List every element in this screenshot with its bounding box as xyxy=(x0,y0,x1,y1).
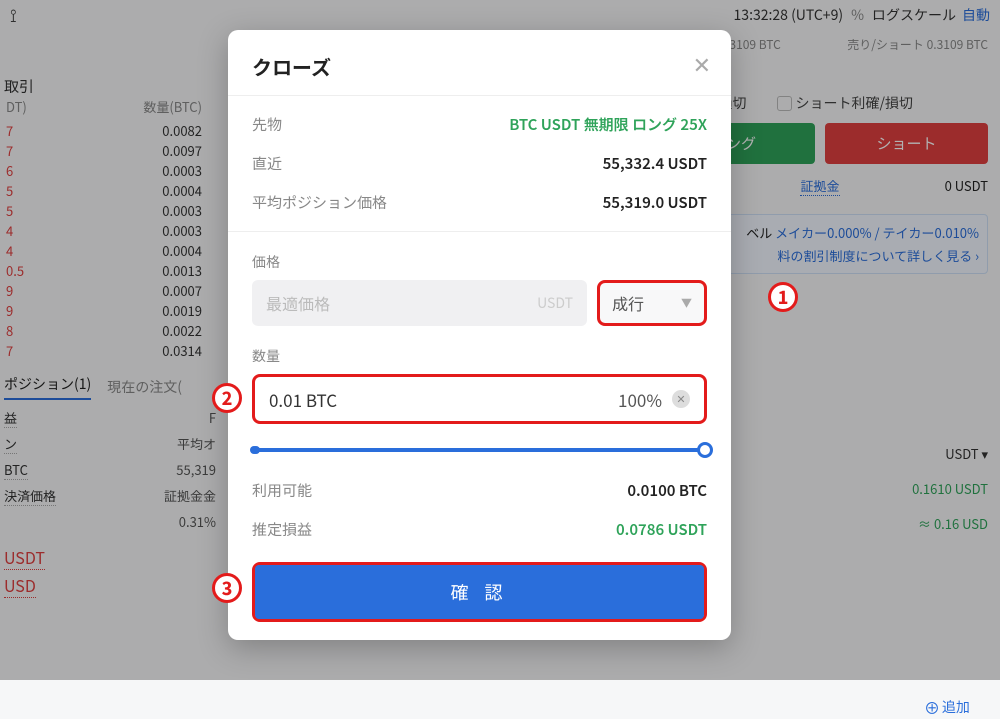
modal-title: クローズ xyxy=(252,52,707,81)
qty-section-label: 数量 xyxy=(252,346,707,366)
est-pnl-value: 0.0786 USDT xyxy=(616,519,707,540)
close-icon[interactable]: ✕ xyxy=(693,48,711,80)
clear-icon[interactable]: ✕ xyxy=(672,390,690,408)
slider-handle[interactable] xyxy=(697,442,713,458)
annotation-2: 2 xyxy=(212,383,242,413)
price-unit: USDT xyxy=(537,293,573,313)
est-pnl-label: 推定損益 xyxy=(252,519,312,540)
futures-label: 先物 xyxy=(252,114,282,135)
price-section-label: 価格 xyxy=(252,252,707,272)
confirm-button[interactable]: 確 認 xyxy=(255,565,704,619)
qty-percent: 100% xyxy=(618,387,662,412)
price-input[interactable]: 最適価格 USDT xyxy=(252,280,587,326)
add-button[interactable]: ⊕追加 xyxy=(0,695,1000,719)
close-position-modal: クローズ ✕ 先物 BTC USDT 無期限 ロング 25X 直近 55,332… xyxy=(228,30,731,640)
order-type-select[interactable]: 成行 ▼ xyxy=(597,280,707,326)
annotation-3: 3 xyxy=(212,573,242,603)
quantity-slider[interactable] xyxy=(252,442,707,458)
chevron-down-icon: ▼ xyxy=(681,295,692,311)
annotation-1: 1 xyxy=(768,282,798,312)
recent-label: 直近 xyxy=(252,153,282,174)
avg-price-value: 55,319.0 USDT xyxy=(603,192,707,213)
recent-value: 55,332.4 USDT xyxy=(603,153,707,174)
futures-value: BTC USDT 無期限 ロング 25X xyxy=(509,114,707,135)
order-type-value: 成行 xyxy=(612,291,644,315)
available-value: 0.0100 BTC xyxy=(627,480,707,501)
price-placeholder: 最適価格 xyxy=(266,291,330,315)
qty-value: 0.01 BTC xyxy=(269,387,337,412)
available-label: 利用可能 xyxy=(252,480,312,501)
avg-price-label: 平均ポジション価格 xyxy=(252,192,387,213)
quantity-input[interactable]: 0.01 BTC 100% ✕ xyxy=(252,374,707,424)
